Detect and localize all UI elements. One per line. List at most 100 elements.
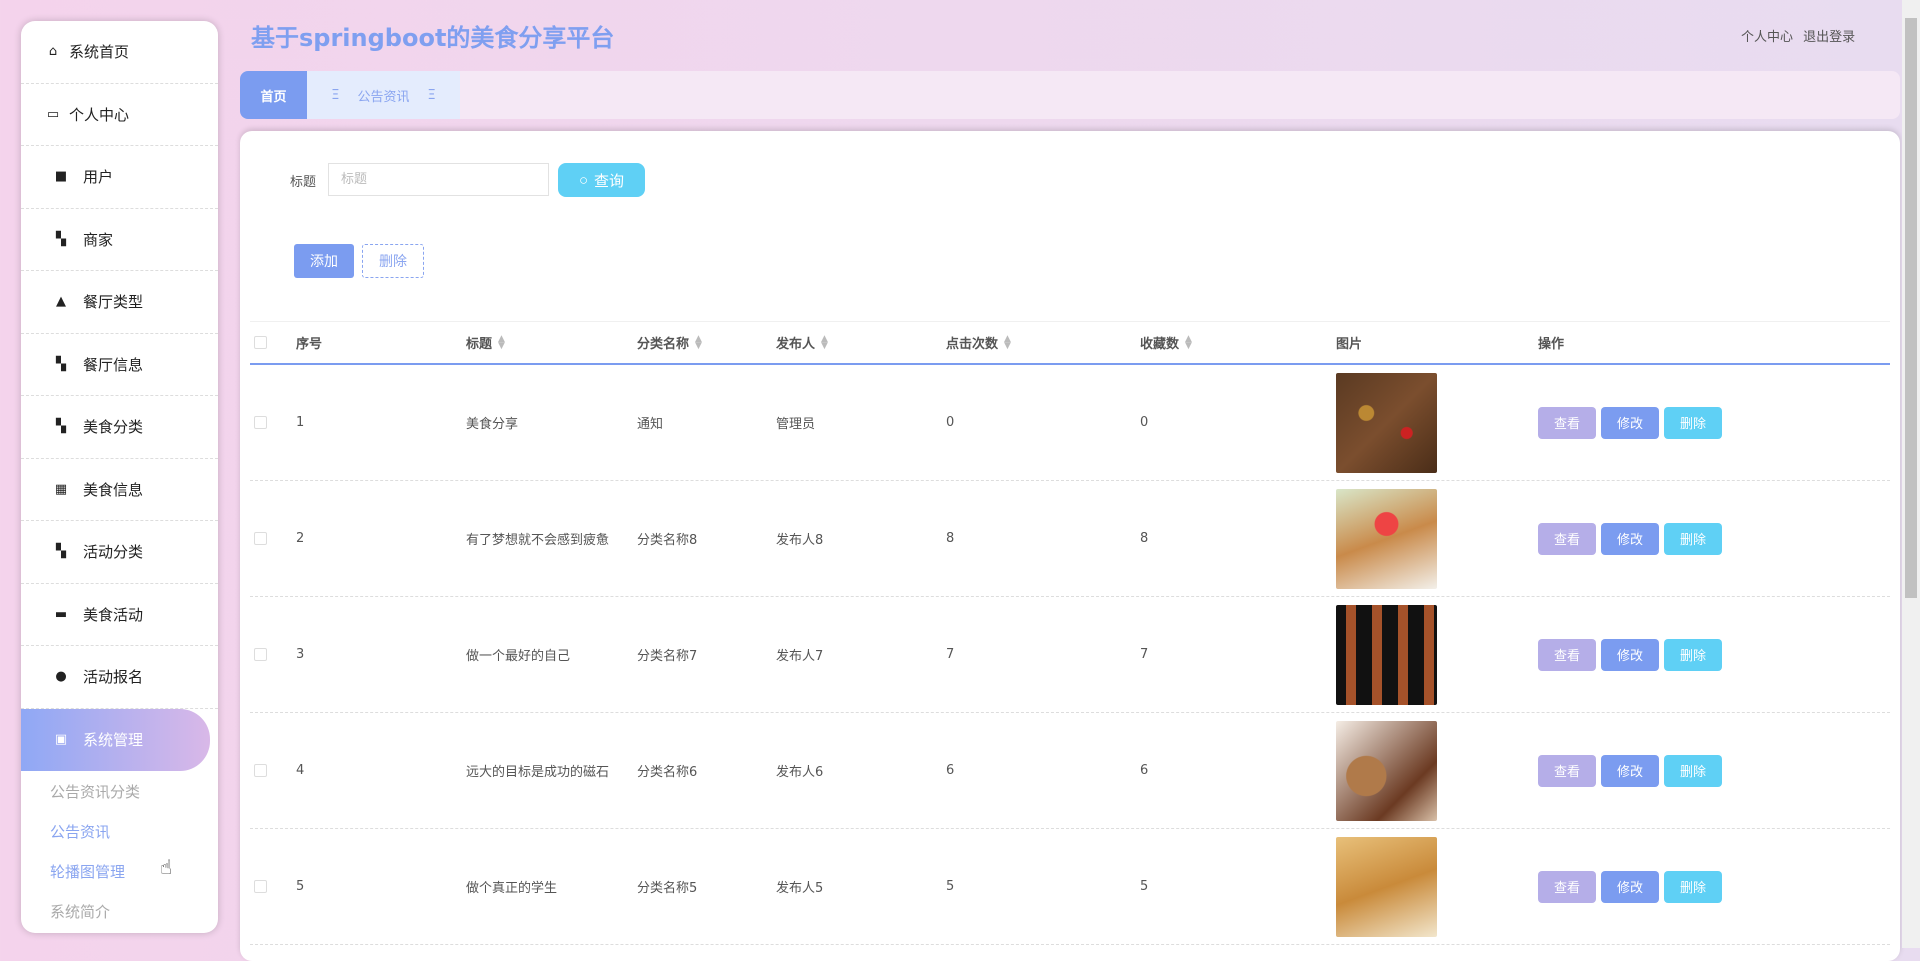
column-header: 序号 — [296, 322, 322, 363]
row-checkbox[interactable] — [254, 532, 267, 545]
sidebar-item-0[interactable]: ⌂系统首页 — [21, 21, 218, 84]
sidebar-item-label: 活动报名 — [83, 666, 143, 687]
cell-title: 做一个最好的自己 — [466, 597, 570, 712]
food-image[interactable] — [1336, 837, 1437, 937]
data-table: 序号 标题▲▼ 分类名称▲▼ 发布人▲▼ 点击次数▲▼ 收藏数▲▼ 图片 操作 1美食分享通知… — [250, 321, 1890, 945]
app-title: 基于springboot的美食分享平台 — [251, 18, 614, 53]
sidebar-item-1[interactable]: ▭个人中心 — [21, 84, 218, 147]
cell-clicks: 5 — [946, 829, 954, 944]
tab-announcements[interactable]: Ξ 公告资讯 Ξ — [307, 71, 460, 119]
cell-category: 分类名称6 — [637, 713, 697, 828]
row-checkbox[interactable] — [254, 880, 267, 893]
grid-icon: ▚ — [51, 357, 71, 372]
edit-button[interactable]: 修改 — [1601, 407, 1659, 439]
sidebar-item-11[interactable]: ▣系统管理 — [21, 709, 210, 772]
view-button[interactable]: 查看 — [1538, 639, 1596, 671]
table-row: 5做个真正的学生分类名称5发布人555查看修改删除 — [250, 829, 1890, 945]
table-row: 2有了梦想就不会感到疲惫分类名称8发布人888查看修改删除 — [250, 481, 1890, 597]
cell-favorites: 6 — [1140, 713, 1148, 828]
cell-no: 1 — [296, 365, 304, 480]
column-header[interactable]: 标题▲▼ — [466, 322, 505, 363]
cell-title: 远大的目标是成功的磁石 — [466, 713, 609, 828]
delete-button[interactable]: 删除 — [1664, 871, 1722, 903]
cell-favorites: 7 — [1140, 597, 1148, 712]
delete-button[interactable]: 删除 — [1664, 407, 1722, 439]
sidebar-subitem-1[interactable]: 公告资讯 — [21, 811, 218, 851]
logout-link[interactable]: 退出登录 — [1803, 30, 1855, 45]
add-button[interactable]: 添加 — [294, 244, 354, 278]
food-image[interactable] — [1336, 489, 1437, 589]
sidebar-item-5[interactable]: ▚ 餐厅信息 — [21, 334, 218, 397]
column-header[interactable]: 收藏数▲▼ — [1140, 322, 1192, 363]
food-image[interactable] — [1336, 373, 1437, 473]
table-row: 3做一个最好的自己分类名称7发布人777查看修改删除 — [250, 597, 1890, 713]
sidebar-subitem-0[interactable]: 公告资讯分类 — [21, 771, 218, 811]
cell-title: 做个真正的学生 — [466, 829, 557, 944]
cell-category: 分类名称7 — [637, 597, 697, 712]
delete-button[interactable]: 删除 — [362, 244, 424, 278]
sort-icon[interactable]: ▲▼ — [1004, 336, 1011, 350]
sidebar-item-8[interactable]: ▚活动分类 — [21, 521, 218, 584]
select-all-checkbox[interactable] — [254, 336, 267, 349]
view-button[interactable]: 查看 — [1538, 407, 1596, 439]
edit-button[interactable]: 修改 — [1601, 871, 1659, 903]
sidebar: ⌂系统首页▭个人中心■用户▚商家▲餐厅类型▚餐厅信息▚美食分类▦美食信息▚活动分… — [21, 21, 218, 933]
cell-favorites: 5 — [1140, 829, 1148, 944]
bulb-icon: ● — [51, 669, 71, 684]
delete-button[interactable]: 删除 — [1664, 755, 1722, 787]
edit-button[interactable]: 修改 — [1601, 523, 1659, 555]
sidebar-item-label: 餐厅类型 — [83, 291, 143, 312]
scrollbar-thumb[interactable] — [1905, 18, 1917, 598]
sidebar-item-label: 餐厅信息 — [83, 354, 143, 375]
row-checkbox[interactable] — [254, 416, 267, 429]
edit-button[interactable]: 修改 — [1601, 755, 1659, 787]
sidebar-item-2[interactable]: ■用户 — [21, 146, 218, 209]
view-button[interactable]: 查看 — [1538, 755, 1596, 787]
column-header: 操作 — [1538, 322, 1564, 363]
column-header[interactable]: 分类名称▲▼ — [637, 322, 702, 363]
grid-icon: ▚ — [51, 232, 71, 247]
sidebar-item-label: 系统首页 — [69, 41, 129, 62]
column-header[interactable]: 点击次数▲▼ — [946, 322, 1011, 363]
cell-clicks: 6 — [946, 713, 954, 828]
search-button-label: 查询 — [594, 170, 624, 191]
sidebar-item-label: 美食分类 — [83, 416, 143, 437]
sidebar-item-7[interactable]: ▦美食信息 — [21, 459, 218, 522]
delete-button[interactable]: 删除 — [1664, 639, 1722, 671]
sidebar-item-6[interactable]: ▚美食分类 — [21, 396, 218, 459]
cell-favorites: 8 — [1140, 481, 1148, 596]
sidebar-subitem-2[interactable]: 轮播图管理 — [21, 851, 218, 891]
sidebar-item-10[interactable]: ● 活动报名 — [21, 646, 218, 709]
sort-icon[interactable]: ▲▼ — [498, 336, 505, 350]
column-header: 图片 — [1336, 322, 1362, 363]
food-image[interactable] — [1336, 605, 1437, 705]
cell-publisher: 发布人5 — [776, 829, 823, 944]
view-button[interactable]: 查看 — [1538, 871, 1596, 903]
table-row: 4远大的目标是成功的磁石分类名称6发布人666查看修改删除 — [250, 713, 1890, 829]
edit-button[interactable]: 修改 — [1601, 639, 1659, 671]
sort-icon[interactable]: ▲▼ — [1185, 336, 1192, 350]
profile-link[interactable]: 个人中心 — [1741, 30, 1793, 45]
sidebar-item-3[interactable]: ▚商家 — [21, 209, 218, 272]
view-button[interactable]: 查看 — [1538, 523, 1596, 555]
tab-home[interactable]: 首页 — [240, 71, 307, 119]
sort-icon[interactable]: ▲▼ — [821, 336, 828, 350]
stamp-icon: ▲ — [51, 294, 71, 309]
delete-button[interactable]: 删除 — [1664, 523, 1722, 555]
sidebar-subitem-3[interactable]: 系统简介 — [21, 891, 218, 931]
cell-clicks: 7 — [946, 597, 954, 712]
cell-no: 5 — [296, 829, 304, 944]
sidebar-item-label: 个人中心 — [69, 104, 129, 125]
cell-title: 有了梦想就不会感到疲惫 — [466, 481, 609, 596]
title-search-input[interactable] — [328, 163, 549, 196]
food-image[interactable] — [1336, 721, 1437, 821]
row-checkbox[interactable] — [254, 764, 267, 777]
sort-icon[interactable]: ▲▼ — [695, 336, 702, 350]
column-header[interactable]: 发布人▲▼ — [776, 322, 828, 363]
search-button[interactable]: ○查询 — [558, 163, 645, 197]
table-row: 1美食分享通知管理员00查看修改删除 — [250, 365, 1890, 481]
row-checkbox[interactable] — [254, 648, 267, 661]
scrollbar[interactable] — [1902, 0, 1920, 948]
sidebar-item-9[interactable]: ▬美食活动 — [21, 584, 218, 647]
sidebar-item-4[interactable]: ▲ 餐厅类型 — [21, 271, 218, 334]
